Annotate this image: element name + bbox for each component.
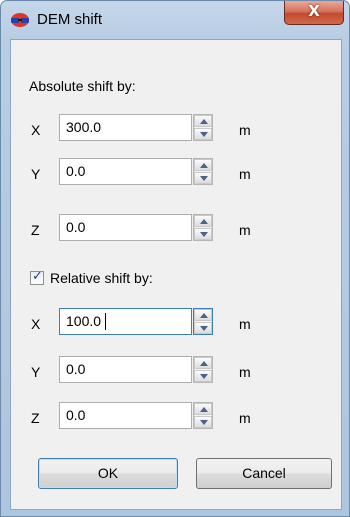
absolute-x-label: X xyxy=(31,122,41,138)
arrow-down-icon xyxy=(200,374,208,379)
absolute-z-unit: m xyxy=(239,222,251,238)
close-button[interactable]: X xyxy=(284,1,344,25)
checkmark-icon: ✓ xyxy=(32,269,43,284)
relative-shift-checkbox[interactable]: ✓ xyxy=(30,269,44,285)
relative-x-field[interactable]: 100.0 xyxy=(59,308,192,335)
absolute-x-decrement[interactable] xyxy=(194,128,212,140)
arrow-up-icon xyxy=(200,313,208,318)
arrow-down-icon xyxy=(200,176,208,181)
title-bar[interactable]: DEM shift X xyxy=(1,1,349,39)
relative-x-unit: m xyxy=(239,316,251,332)
arrow-down-icon xyxy=(200,232,208,237)
relative-x-label: X xyxy=(31,316,41,332)
absolute-x-field[interactable]: 300.0 xyxy=(59,114,192,141)
close-icon: X xyxy=(308,2,320,20)
relative-z-label: Z xyxy=(31,410,40,426)
arrow-up-icon xyxy=(200,119,208,124)
absolute-z-label: Z xyxy=(31,222,40,238)
absolute-z-spinner[interactable] xyxy=(193,214,213,241)
arrow-up-icon xyxy=(200,219,208,224)
absolute-x-spinner[interactable] xyxy=(193,114,213,141)
relative-shift-label[interactable]: Relative shift by: xyxy=(50,270,153,286)
arrow-up-icon xyxy=(200,163,208,168)
relative-z-unit: m xyxy=(239,410,251,426)
absolute-shift-label: Absolute shift by: xyxy=(29,78,136,94)
absolute-z-increment[interactable] xyxy=(194,215,212,227)
absolute-y-label: Y xyxy=(31,166,41,182)
window-title: DEM shift xyxy=(37,11,103,28)
absolute-y-field[interactable]: 0.0 xyxy=(59,158,192,185)
text-caret xyxy=(105,313,106,330)
relative-y-unit: m xyxy=(239,364,251,380)
relative-x-increment[interactable] xyxy=(194,309,212,321)
relative-y-label: Y xyxy=(31,364,41,380)
dialog-body: Absolute shift by: X 300.0 m Y 0.0 m Z 0… xyxy=(10,39,342,510)
absolute-y-decrement[interactable] xyxy=(194,172,212,184)
absolute-z-decrement[interactable] xyxy=(194,228,212,240)
dem-shift-dialog: DEM shift X Absolute shift by: X 300.0 m… xyxy=(0,0,350,517)
relative-z-decrement[interactable] xyxy=(194,416,212,428)
relative-y-decrement[interactable] xyxy=(194,370,212,382)
relative-x-decrement[interactable] xyxy=(194,322,212,334)
absolute-y-unit: m xyxy=(239,166,251,182)
absolute-z-field[interactable]: 0.0 xyxy=(59,214,192,241)
absolute-x-unit: m xyxy=(239,122,251,138)
relative-y-field[interactable]: 0.0 xyxy=(59,356,192,383)
dem-shift-icon xyxy=(11,13,29,27)
relative-y-spinner[interactable] xyxy=(193,356,213,383)
arrow-down-icon xyxy=(200,420,208,425)
arrow-down-icon xyxy=(200,132,208,137)
ok-button[interactable]: OK xyxy=(38,458,178,489)
relative-y-increment[interactable] xyxy=(194,357,212,369)
absolute-y-spinner[interactable] xyxy=(193,158,213,185)
relative-z-increment[interactable] xyxy=(194,403,212,415)
relative-z-spinner[interactable] xyxy=(193,402,213,429)
relative-z-field[interactable]: 0.0 xyxy=(59,402,192,429)
absolute-y-increment[interactable] xyxy=(194,159,212,171)
cancel-button[interactable]: Cancel xyxy=(196,458,332,489)
arrow-down-icon xyxy=(200,326,208,331)
arrow-up-icon xyxy=(200,407,208,412)
absolute-x-increment[interactable] xyxy=(194,115,212,127)
arrow-up-icon xyxy=(200,361,208,366)
relative-x-spinner[interactable] xyxy=(193,308,213,335)
